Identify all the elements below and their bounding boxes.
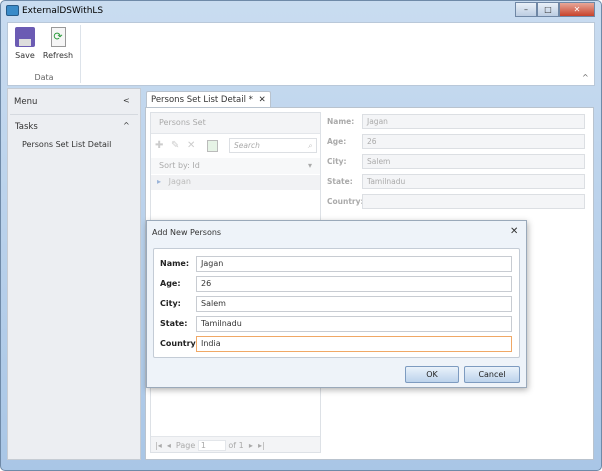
- menu-title: Menu: [14, 97, 38, 107]
- list-item-label: Jagan: [168, 177, 191, 186]
- tasks-toggle[interactable]: ^: [123, 121, 130, 130]
- save-button[interactable]: Save: [12, 27, 38, 60]
- refresh-label: Refresh: [42, 51, 74, 60]
- dialog-label-name: Name:: [160, 259, 190, 268]
- dialog-label-age: Age:: [160, 279, 181, 288]
- detail-age-field[interactable]: 26: [362, 134, 585, 149]
- ribbon-group-label: Data: [34, 73, 54, 82]
- page-input[interactable]: 1: [197, 440, 226, 451]
- current-row-icon: ▸: [157, 177, 162, 186]
- refresh-button[interactable]: ⟳ Refresh: [42, 27, 74, 60]
- detail-label-name: Name:: [327, 117, 355, 126]
- sort-selector[interactable]: Sort by: Id ▾: [151, 158, 320, 174]
- menu-divider: [10, 114, 138, 115]
- dialog-age-field[interactable]: 26: [196, 276, 512, 292]
- detail-label-state: State:: [327, 177, 353, 186]
- dialog-state-field[interactable]: Tamilnadu: [196, 316, 512, 332]
- detail-country-field[interactable]: [362, 194, 585, 209]
- chevron-down-icon: ▾: [307, 161, 312, 170]
- tab-close-icon[interactable]: ✕: [259, 95, 266, 105]
- save-icon: [15, 27, 35, 47]
- detail-label-city: City:: [327, 157, 347, 166]
- list-title: Persons Set: [151, 113, 320, 134]
- prev-page-button[interactable]: ◂: [167, 441, 171, 450]
- sort-label: Sort by: Id: [159, 161, 200, 170]
- page-of-label: of 1: [228, 441, 244, 450]
- tab-persons-set-list-detail[interactable]: Persons Set List Detail * ✕: [146, 91, 271, 108]
- detail-label-country: Country:: [327, 197, 364, 206]
- delete-icon[interactable]: ✕: [187, 140, 195, 151]
- close-window-button[interactable]: ✕: [559, 2, 595, 17]
- ok-button[interactable]: OK: [405, 366, 459, 383]
- menu-collapse-button[interactable]: <: [123, 96, 130, 105]
- page-label: Page: [175, 441, 196, 450]
- tasks-section[interactable]: Tasks: [15, 122, 38, 132]
- detail-label-age: Age:: [327, 137, 347, 146]
- dialog-city-field[interactable]: Salem: [196, 296, 512, 312]
- search-icon: ⌕: [307, 141, 312, 150]
- list-item[interactable]: ▸ Jagan: [151, 175, 320, 190]
- ribbon-collapse-button[interactable]: ^: [582, 73, 589, 82]
- refresh-icon: ⟳: [50, 27, 66, 47]
- detail-city-field[interactable]: Salem: [362, 154, 585, 169]
- export-excel-icon[interactable]: [207, 140, 218, 152]
- cancel-button[interactable]: Cancel: [464, 366, 520, 383]
- maximize-button[interactable]: □: [537, 2, 559, 17]
- dialog-title: Add New Persons: [152, 228, 222, 237]
- first-page-button[interactable]: |◂: [155, 441, 162, 450]
- detail-state-field[interactable]: Tamilnadu: [362, 174, 585, 189]
- save-label: Save: [15, 51, 35, 60]
- tab-modified-indicator: *: [248, 95, 253, 105]
- menu-panel: Menu < Tasks ^ Persons Set List Detail: [7, 88, 141, 460]
- dialog-close-icon[interactable]: ✕: [510, 226, 518, 237]
- dialog-country-field[interactable]: India: [196, 336, 512, 352]
- dialog-label-city: City:: [160, 299, 181, 308]
- dialog-name-field[interactable]: Jagan: [196, 256, 512, 272]
- tab-label: Persons Set List Detail: [151, 95, 246, 105]
- edit-icon[interactable]: ✎: [171, 140, 179, 151]
- pager: |◂ ◂ Page 1 of 1 ▸ ▸|: [151, 436, 320, 452]
- next-page-button[interactable]: ▸: [249, 441, 253, 450]
- minimize-button[interactable]: –: [515, 2, 537, 17]
- menu-item-persons-set-list-detail[interactable]: Persons Set List Detail: [22, 140, 111, 149]
- last-page-button[interactable]: ▸|: [258, 441, 265, 450]
- app-icon: [6, 5, 19, 16]
- ribbon-divider: [80, 25, 81, 83]
- search-placeholder: Search: [234, 141, 260, 150]
- add-icon[interactable]: ✚: [155, 140, 163, 151]
- dialog-label-country: Country:: [160, 339, 199, 348]
- dialog-label-state: State:: [160, 319, 188, 328]
- search-input[interactable]: Search ⌕: [229, 138, 317, 153]
- window-title: ExternalDSWithLS: [22, 6, 104, 16]
- ribbon: Save ⟳ Refresh Data ^: [7, 22, 595, 86]
- detail-name-field[interactable]: Jagan: [362, 114, 585, 129]
